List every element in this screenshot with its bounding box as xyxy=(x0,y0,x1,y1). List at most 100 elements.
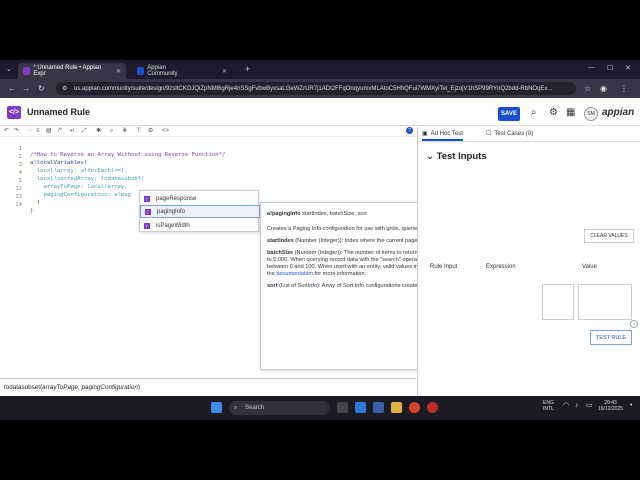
test-inputs-title[interactable]: ⌄ Test Inputs xyxy=(426,151,487,162)
find-icon[interactable]: ⌕ xyxy=(110,128,113,135)
column-header-rule-input: Rule Input xyxy=(430,264,458,270)
site-info-icon[interactable]: ⚙ xyxy=(62,85,67,92)
wifi-icon[interactable]: ◠ xyxy=(563,402,569,409)
help-icon[interactable]: ? xyxy=(406,127,413,134)
windows-taskbar: ⌕ Search ENG INTL ◠ ♪ ▭ 20:43 16/12/2025 • xyxy=(0,396,640,420)
code-line: 3 local!array: a!forEach(==), xyxy=(0,156,416,174)
autocomplete-item-selected[interactable]: ƒ pagingInfo xyxy=(140,205,260,218)
url-input[interactable]: ⚙ us.appian.community/suite/design/9zslt… xyxy=(56,82,576,95)
bookmark-star-icon[interactable]: ☆ xyxy=(584,84,591,93)
column-header-expression: Expression xyxy=(486,264,516,270)
format-icon[interactable]: ▤ xyxy=(46,128,52,135)
code-line: 5 arrayToPage: local!array, xyxy=(0,172,416,190)
autocomplete-label: isPageWidth xyxy=(156,222,190,229)
search-icon[interactable]: ⌕ xyxy=(531,108,537,118)
clock[interactable]: 20:43 16/12/2025 xyxy=(598,400,623,412)
code-text: ) xyxy=(30,208,34,214)
split-icon[interactable]: ⋕ xyxy=(122,128,127,135)
code-line: 12 pagingConfiguration: a!pag xyxy=(0,180,416,198)
copilot-icon[interactable] xyxy=(355,402,366,413)
list-icon: ☐ xyxy=(486,131,492,137)
task-view-icon[interactable] xyxy=(337,402,348,413)
line-number: 14 xyxy=(15,202,22,208)
appian-logo: appian xyxy=(602,107,635,118)
forward-icon[interactable]: → xyxy=(22,84,30,93)
indent-icon[interactable]: ≡ xyxy=(36,128,40,135)
rule-title: Unnamed Rule xyxy=(27,107,91,117)
appian-rule-favicon xyxy=(23,67,31,75)
code-line: 4 local!sortedArray: todatasubset( xyxy=(0,164,416,182)
back-icon[interactable]: ← xyxy=(8,84,16,93)
code-line: 2 a!localVariables( xyxy=(0,148,416,166)
browser-tab-bar: ⌄ * Unnamed Rule • Appian Expr ✕ Appian … xyxy=(0,60,640,79)
appian-header: </> Unnamed Rule SAVE ⌕ ⚙ ▦ SM appian xyxy=(0,98,640,126)
expression-input-cell[interactable] xyxy=(542,284,574,320)
tab-ad-hoc-test[interactable]: ▣ Ad Hoc Test xyxy=(422,130,463,141)
panel-expand-icon[interactable]: › xyxy=(630,320,638,328)
function-icon: ƒ xyxy=(145,208,151,215)
autocomplete-item[interactable]: ƒ pageResponse xyxy=(140,192,260,205)
clear-values-button[interactable]: CLEAR VALUES xyxy=(584,229,634,243)
tab-label: Appian Community xyxy=(147,65,178,77)
undo-icon[interactable]: ↶ xyxy=(4,128,9,135)
close-icon[interactable]: ✕ xyxy=(222,68,227,75)
clipboard-icon: ▣ xyxy=(422,131,428,137)
tab-label: * Unnamed Rule • Appian Expr xyxy=(33,65,102,77)
expression-rule-icon: </> xyxy=(7,106,21,119)
tab-test-cases[interactable]: ☐ Test Cases (0) xyxy=(486,130,533,138)
chrome-icon[interactable] xyxy=(409,402,420,413)
fold-icon[interactable]: ⋯ xyxy=(26,128,32,135)
screen: ⌄ * Unnamed Rule • Appian Expr ✕ Appian … xyxy=(0,60,640,420)
minimize-icon[interactable]: — xyxy=(588,64,595,71)
autocomplete-dropdown: ƒ pageResponse ƒ pagingInfo ƒ isPageWidt… xyxy=(139,190,260,232)
reload-icon[interactable]: ↻ xyxy=(38,84,45,93)
function-icon: ƒ xyxy=(144,195,150,202)
app-grid-icon[interactable]: ▦ xyxy=(566,108,575,118)
function-icon: ƒ xyxy=(144,222,150,229)
avatar[interactable]: SM xyxy=(584,107,598,121)
chevron-down-icon: ⌄ xyxy=(426,151,437,162)
maximize-icon[interactable]: ☐ xyxy=(607,64,613,72)
store-icon[interactable] xyxy=(373,402,384,413)
top-letterbox xyxy=(0,0,640,60)
battery-icon[interactable]: ▭ xyxy=(586,402,593,409)
language-indicator[interactable]: ENG INTL xyxy=(543,400,554,412)
url-text: us.appian.community/suite/design/9zsltCK… xyxy=(74,85,553,92)
comment-icon[interactable]: /* xyxy=(58,128,62,135)
taskbar-search[interactable]: ⌕ Search xyxy=(229,401,329,415)
editor-toolbar: ↶ ↷ ⋯ ≡ ▤ /* ↵ ⤢ ✱ ⌕ ⋕ ⊤ ⚙ <> xyxy=(0,127,416,137)
tab-divider xyxy=(418,141,640,142)
file-explorer-icon[interactable] xyxy=(391,402,402,413)
save-button[interactable]: SAVE xyxy=(498,107,520,121)
documentation-link[interactable]: documentation xyxy=(276,271,313,277)
signature-text: todatasubset(arrayToPage, pagingConfigur… xyxy=(4,384,140,391)
windows-start-icon[interactable] xyxy=(211,402,222,413)
recorder-icon[interactable] xyxy=(427,402,438,413)
tools-icon[interactable]: ✱ xyxy=(96,128,101,135)
value-input-cell[interactable] xyxy=(578,284,632,320)
autocomplete-label: pageResponse xyxy=(156,195,197,202)
tab-list-icon[interactable]: ⌄ xyxy=(6,65,12,73)
menu-kebab-icon[interactable]: ⋮ xyxy=(620,84,628,93)
code-view-icon[interactable]: <> xyxy=(162,128,169,135)
tab-appian-community[interactable]: Appian Community ✕ xyxy=(132,63,232,79)
redo-icon[interactable]: ↷ xyxy=(14,128,19,135)
profile-icon[interactable]: ◉ xyxy=(600,84,607,93)
tab-unnamed-rule[interactable]: * Unnamed Rule • Appian Expr ✕ xyxy=(18,63,126,79)
new-tab-icon[interactable]: + xyxy=(245,64,250,74)
window-close-icon[interactable]: ✕ xyxy=(625,64,631,72)
gear-icon[interactable]: ⚙ xyxy=(549,108,558,118)
appian-community-favicon xyxy=(137,67,145,75)
settings-icon[interactable]: ⚙ xyxy=(148,128,153,135)
autocomplete-item[interactable]: ƒ isPageWidth xyxy=(140,219,260,232)
test-rule-button[interactable]: TEST RULE xyxy=(590,330,632,345)
close-icon[interactable]: ✕ xyxy=(116,68,121,75)
test-panel: ▣ Ad Hoc Test ☐ Test Cases (0) ⌄ Test In… xyxy=(417,127,640,420)
search-icon: ⌕ xyxy=(234,404,238,411)
wrap-icon[interactable]: ↵ xyxy=(70,128,75,135)
autocomplete-label: pagingInfo xyxy=(157,208,186,215)
volume-icon[interactable]: ♪ xyxy=(575,402,579,409)
collapse-icon[interactable]: ⊤ xyxy=(136,128,141,135)
expand-icon[interactable]: ⤢ xyxy=(82,128,87,135)
notification-bell-icon[interactable]: • xyxy=(630,402,632,409)
